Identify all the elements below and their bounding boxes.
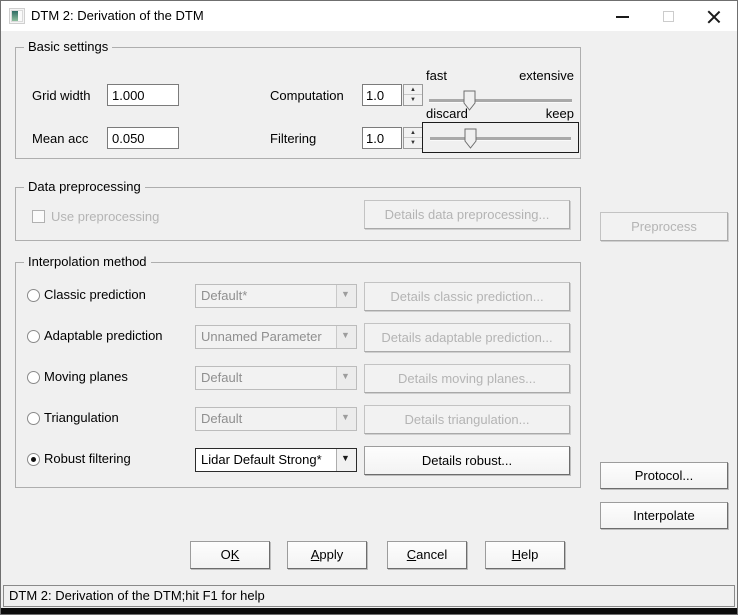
bottom-edge-strip [1, 608, 737, 615]
apply-button[interactable]: Apply [287, 541, 367, 569]
computation-spin-down-icon[interactable]: ▼ [404, 95, 422, 105]
details-moving-planes-button: Details moving planes... [364, 364, 570, 393]
group-data-preprocessing-legend: Data preprocessing [24, 179, 145, 194]
chevron-down-icon: ▼ [341, 412, 350, 422]
interpolate-button[interactable]: Interpolate [600, 502, 728, 529]
radio-triangulation-label: Triangulation [44, 410, 119, 425]
grid-width-input[interactable] [107, 84, 179, 106]
maximize-icon [663, 11, 674, 22]
grid-width-label: Grid width [32, 88, 91, 103]
group-interpolation-method: Interpolation method Classic prediction … [15, 262, 581, 488]
chevron-down-icon: ▼ [341, 371, 350, 381]
help-button[interactable]: Help [485, 541, 565, 569]
radio-moving-planes[interactable] [27, 371, 40, 384]
close-icon [707, 10, 720, 23]
radio-classic-prediction-label: Classic prediction [44, 287, 146, 302]
chevron-down-icon: ▼ [341, 289, 350, 299]
ok-button[interactable]: OK [190, 541, 270, 569]
title-bar: DTM 2: Derivation of the DTM [1, 1, 737, 31]
cancel-button[interactable]: Cancel [387, 541, 467, 569]
computation-slider-right-label: extensive [519, 68, 574, 83]
filtering-label: Filtering [270, 131, 316, 146]
computation-slider-left-label: fast [426, 68, 447, 83]
details-data-preprocessing-button: Details data preprocessing... [364, 200, 570, 229]
details-adaptable-prediction-button: Details adaptable prediction... [364, 323, 570, 352]
details-triangulation-button: Details triangulation... [364, 405, 570, 434]
moving-planes-dropdown: Default ▼ [195, 366, 357, 390]
filtering-spinner-input[interactable] [362, 127, 402, 149]
radio-adaptable-prediction[interactable] [27, 330, 40, 343]
radio-robust-filtering-label: Robust filtering [44, 451, 131, 466]
robust-filtering-dropdown[interactable]: Lidar Default Strong* ▼ [195, 448, 357, 472]
minimize-button[interactable] [605, 1, 641, 31]
app-icon[interactable] [9, 8, 25, 24]
chevron-down-icon: ▼ [341, 453, 350, 463]
adaptable-prediction-dropdown: Unnamed Parameter ▼ [195, 325, 357, 349]
details-classic-prediction-button: Details classic prediction... [364, 282, 570, 311]
group-basic-settings: Basic settings Grid width Mean acc Compu… [15, 47, 581, 159]
minimize-icon [616, 16, 629, 18]
dialog-window: DTM 2: Derivation of the DTM Basic setti… [0, 0, 738, 615]
window-title: DTM 2: Derivation of the DTM [31, 1, 204, 31]
status-bar: DTM 2: Derivation of the DTM;hit F1 for … [3, 585, 735, 607]
filtering-slider-left-label: discard [426, 106, 468, 121]
computation-spin-up-icon[interactable]: ▲ [404, 85, 422, 95]
computation-slider-track[interactable] [429, 99, 572, 102]
details-robust-button[interactable]: Details robust... [364, 446, 570, 475]
chevron-down-icon: ▼ [341, 330, 350, 340]
filtering-slider[interactable] [422, 122, 579, 153]
use-preprocessing-checkbox [32, 210, 45, 223]
filtering-spin-down-icon[interactable]: ▼ [404, 138, 422, 148]
maximize-button [650, 1, 686, 31]
filtering-spin-up-icon[interactable]: ▲ [404, 128, 422, 138]
group-data-preprocessing: Data preprocessing Use preprocessing Det… [15, 187, 581, 241]
close-button[interactable] [695, 1, 731, 31]
radio-robust-filtering[interactable] [27, 453, 40, 466]
preprocess-button: Preprocess [600, 212, 728, 241]
computation-label: Computation [270, 88, 344, 103]
computation-spinner-input[interactable] [362, 84, 402, 106]
mean-acc-label: Mean acc [32, 131, 88, 146]
use-preprocessing-label: Use preprocessing [51, 209, 159, 224]
radio-triangulation[interactable] [27, 412, 40, 425]
mean-acc-input[interactable] [107, 127, 179, 149]
group-basic-settings-legend: Basic settings [24, 39, 112, 54]
filtering-slider-thumb[interactable] [464, 128, 477, 149]
radio-classic-prediction[interactable] [27, 289, 40, 302]
filtering-slider-right-label: keep [546, 106, 574, 121]
radio-moving-planes-label: Moving planes [44, 369, 128, 384]
triangulation-dropdown: Default ▼ [195, 407, 357, 431]
filtering-slider-track[interactable] [430, 137, 571, 140]
radio-adaptable-prediction-label: Adaptable prediction [44, 328, 163, 343]
classic-prediction-dropdown: Default* ▼ [195, 284, 357, 308]
protocol-button[interactable]: Protocol... [600, 462, 728, 489]
group-interpolation-method-legend: Interpolation method [24, 254, 151, 269]
